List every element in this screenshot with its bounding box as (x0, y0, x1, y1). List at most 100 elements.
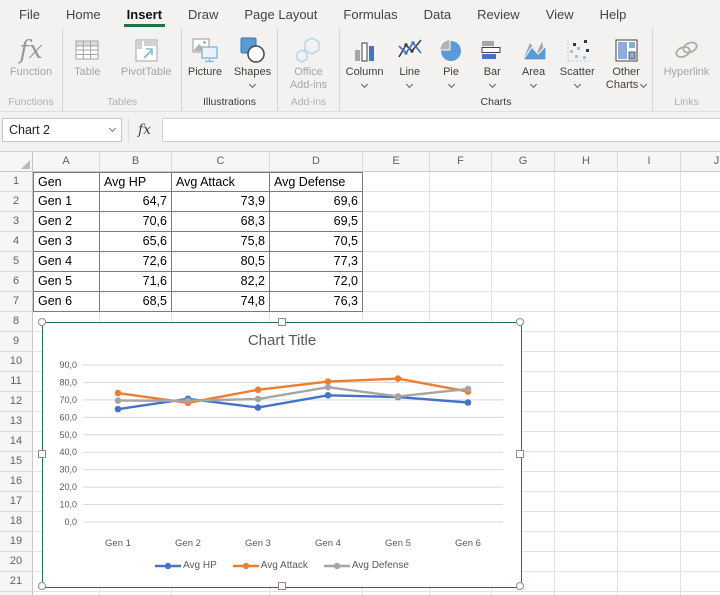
selection-handle-middle-right[interactable] (516, 450, 524, 458)
cell-G3[interactable] (492, 212, 555, 232)
row-header-12[interactable]: 12 (0, 392, 33, 412)
cell-J14[interactable] (681, 432, 720, 452)
cell-E1[interactable] (363, 172, 430, 192)
cell-J2[interactable] (681, 192, 720, 212)
cell-J6[interactable] (681, 272, 720, 292)
cell-E6[interactable] (363, 272, 430, 292)
selection-handle-bottom-middle[interactable] (278, 582, 286, 590)
cell-J3[interactable] (681, 212, 720, 232)
cell-H17[interactable] (555, 492, 618, 512)
cell-H14[interactable] (555, 432, 618, 452)
cell-I2[interactable] (618, 192, 681, 212)
selection-handle-top-left[interactable] (38, 318, 46, 326)
cell-H10[interactable] (555, 352, 618, 372)
cell-D6[interactable]: 72,0 (270, 272, 363, 292)
cell-I21[interactable] (618, 572, 681, 592)
cell-H4[interactable] (555, 232, 618, 252)
cell-D3[interactable]: 69,5 (270, 212, 363, 232)
cell-I6[interactable] (618, 272, 681, 292)
selection-handle-top-middle[interactable] (278, 318, 286, 326)
cell-C3[interactable]: 68,3 (172, 212, 270, 232)
selection-handle-middle-left[interactable] (38, 450, 46, 458)
cell-I18[interactable] (618, 512, 681, 532)
cell-B4[interactable]: 65,6 (100, 232, 172, 252)
cell-A6[interactable]: Gen 5 (33, 272, 100, 292)
chart-object[interactable]: Chart Title 0,010,020,030,040,050,060,07… (42, 322, 522, 588)
cell-H9[interactable] (555, 332, 618, 352)
cell-H16[interactable] (555, 472, 618, 492)
cell-J10[interactable] (681, 352, 720, 372)
cell-A4[interactable]: Gen 3 (33, 232, 100, 252)
cell-C4[interactable]: 75,8 (172, 232, 270, 252)
row-header-20[interactable]: 20 (0, 552, 33, 572)
cell-I13[interactable] (618, 412, 681, 432)
cell-J18[interactable] (681, 512, 720, 532)
column-header-F[interactable]: F (430, 152, 492, 172)
cell-H11[interactable] (555, 372, 618, 392)
cell-C6[interactable]: 82,2 (172, 272, 270, 292)
formula-bar-input[interactable] (162, 118, 720, 142)
cell-C1[interactable]: Avg Attack (172, 172, 270, 192)
cell-J17[interactable] (681, 492, 720, 512)
cell-B6[interactable]: 71,6 (100, 272, 172, 292)
cell-H19[interactable] (555, 532, 618, 552)
column-header-E[interactable]: E (363, 152, 430, 172)
row-header-6[interactable]: 6 (0, 272, 33, 292)
cell-H1[interactable] (555, 172, 618, 192)
cell-J12[interactable] (681, 392, 720, 412)
cell-G6[interactable] (492, 272, 555, 292)
tab-data[interactable]: Data (411, 3, 464, 28)
row-header-19[interactable]: 19 (0, 532, 33, 552)
cell-H6[interactable] (555, 272, 618, 292)
row-header-8[interactable]: 8 (0, 312, 33, 332)
cell-H12[interactable] (555, 392, 618, 412)
cell-B5[interactable]: 72,6 (100, 252, 172, 272)
cell-G7[interactable] (492, 292, 555, 312)
tab-insert[interactable]: Insert (114, 3, 175, 28)
area-chart-button[interactable]: Area (516, 32, 552, 89)
cell-I5[interactable] (618, 252, 681, 272)
cell-I17[interactable] (618, 492, 681, 512)
cell-A2[interactable]: Gen 1 (33, 192, 100, 212)
cell-H5[interactable] (555, 252, 618, 272)
tab-view[interactable]: View (533, 3, 587, 28)
cell-I7[interactable] (618, 292, 681, 312)
cell-J11[interactable] (681, 372, 720, 392)
row-header-21[interactable]: 21 (0, 572, 33, 592)
row-header-10[interactable]: 10 (0, 352, 33, 372)
cell-I12[interactable] (618, 392, 681, 412)
cell-I16[interactable] (618, 472, 681, 492)
cell-I15[interactable] (618, 452, 681, 472)
insert-function-button[interactable]: fx (128, 118, 160, 142)
cell-J16[interactable] (681, 472, 720, 492)
cell-J20[interactable] (681, 552, 720, 572)
cell-F7[interactable] (430, 292, 492, 312)
row-header-13[interactable]: 13 (0, 412, 33, 432)
scatter-chart-button[interactable]: Scatter (557, 32, 598, 89)
cell-B1[interactable]: Avg HP (100, 172, 172, 192)
row-header-17[interactable]: 17 (0, 492, 33, 512)
cell-B7[interactable]: 68,5 (100, 292, 172, 312)
cell-I4[interactable] (618, 232, 681, 252)
cell-I10[interactable] (618, 352, 681, 372)
cell-C2[interactable]: 73,9 (172, 192, 270, 212)
cell-G1[interactable] (492, 172, 555, 192)
cell-F6[interactable] (430, 272, 492, 292)
selection-handle-bottom-left[interactable] (38, 582, 46, 590)
tab-help[interactable]: Help (587, 3, 640, 28)
cell-J15[interactable] (681, 452, 720, 472)
cell-G2[interactable] (492, 192, 555, 212)
cell-A7[interactable]: Gen 6 (33, 292, 100, 312)
cell-G4[interactable] (492, 232, 555, 252)
cell-C7[interactable]: 74,8 (172, 292, 270, 312)
row-header-15[interactable]: 15 (0, 452, 33, 472)
cell-H8[interactable] (555, 312, 618, 332)
cell-D2[interactable]: 69,6 (270, 192, 363, 212)
cell-D5[interactable]: 77,3 (270, 252, 363, 272)
selection-handle-bottom-right[interactable] (516, 582, 524, 590)
cell-F3[interactable] (430, 212, 492, 232)
cell-D1[interactable]: Avg Defense (270, 172, 363, 192)
name-box[interactable]: Chart 2 (2, 118, 122, 142)
cell-D7[interactable]: 76,3 (270, 292, 363, 312)
column-header-C[interactable]: C (172, 152, 270, 172)
